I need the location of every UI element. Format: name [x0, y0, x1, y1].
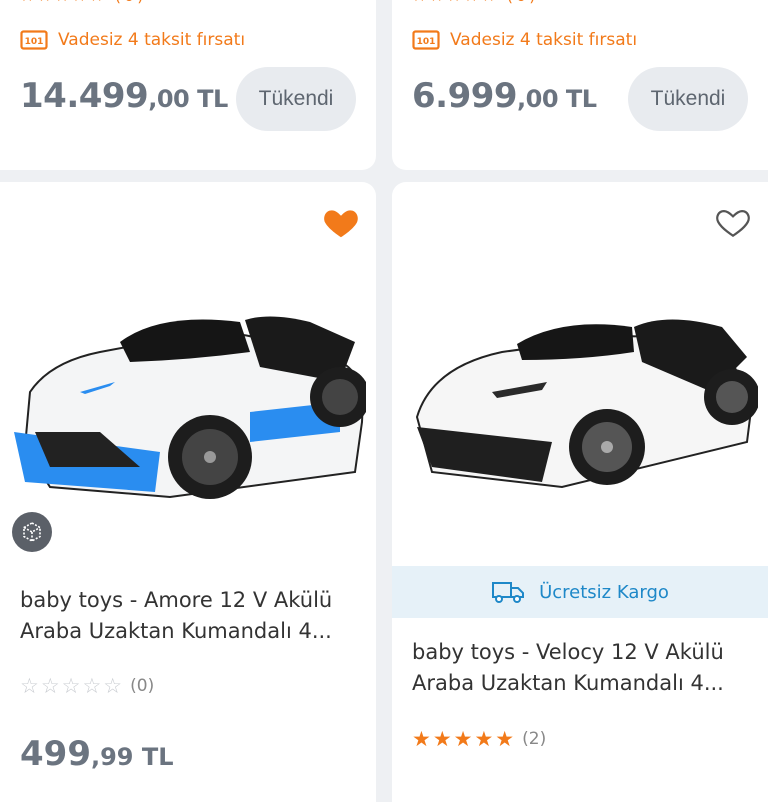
truck-icon: [492, 582, 525, 603]
rating-stars: ★★★★★: [412, 727, 517, 751]
product-card-2[interactable]: ★★★★★ (0) 101 Vadesiz 4 taksit fırsatı 6…: [392, 0, 768, 170]
ticket-icon: 101: [20, 30, 48, 50]
installment-badge: 101 Vadesiz 4 taksit fırsatı: [412, 30, 637, 50]
product-card-4[interactable]: Ücretsiz Kargo baby toys - Velocy 12 V A…: [392, 182, 768, 802]
product-image[interactable]: [10, 282, 366, 512]
heart-icon[interactable]: [714, 204, 752, 242]
ar-view-button[interactable]: [12, 512, 52, 552]
price: 6.999,00 TL: [412, 76, 597, 116]
price: 499,99 TL: [20, 734, 174, 774]
svg-text:101: 101: [25, 37, 44, 47]
product-image[interactable]: [402, 282, 758, 512]
product-card-1[interactable]: ★★★★★ (0) 101 Vadesiz 4 taksit fırsatı 1…: [0, 0, 376, 170]
title-line-1: baby toys - Velocy 12 V Akülü: [412, 640, 724, 664]
price-main: 14.499: [20, 76, 149, 116]
title-line-2: Araba Uzaktan Kumandalı 4...: [412, 671, 724, 695]
rating-stars: ★★★★★ (0): [412, 0, 538, 5]
installment-badge: 101 Vadesiz 4 taksit fırsatı: [20, 30, 245, 50]
sold-out-button[interactable]: Tükendi: [628, 67, 748, 131]
ticket-icon: 101: [412, 30, 440, 50]
installment-label: Vadesiz 4 taksit fırsatı: [58, 30, 246, 50]
cube-3d-icon: [23, 522, 41, 542]
price-main: 6.999: [412, 76, 518, 116]
product-title[interactable]: baby toys - Velocy 12 V Akülü Araba Uzak…: [412, 637, 752, 699]
installment-label: Vadesiz 4 taksit fırsatı: [450, 30, 638, 50]
price-main: 499: [20, 734, 91, 774]
cargo-label: Ücretsiz Kargo: [539, 581, 669, 603]
price-cents: ,00 TL: [517, 85, 597, 113]
rating: ☆☆☆☆☆ (0): [20, 674, 154, 698]
price-cents: ,00 TL: [148, 85, 228, 113]
title-line-1: baby toys - Amore 12 V Akülü: [20, 588, 333, 612]
price-cents: ,99 TL: [90, 743, 174, 771]
rating: ★★★★★ (2): [412, 727, 546, 751]
product-title[interactable]: baby toys - Amore 12 V Akülü Araba Uzakt…: [20, 585, 360, 647]
product-card-3[interactable]: baby toys - Amore 12 V Akülü Araba Uzakt…: [0, 182, 376, 802]
rating-count: (2): [522, 729, 547, 749]
price: 14.499,00 TL: [20, 76, 228, 116]
sold-out-button[interactable]: Tükendi: [236, 67, 356, 131]
rating-count: (0): [130, 676, 155, 696]
free-shipping-banner: Ücretsiz Kargo: [392, 566, 768, 618]
svg-text:101: 101: [417, 37, 436, 47]
heart-icon[interactable]: [322, 204, 360, 242]
rating-stars: ★★★★★ (0): [20, 0, 146, 5]
title-line-2: Araba Uzaktan Kumandalı 4...: [20, 619, 332, 643]
rating-stars: ☆☆☆☆☆: [20, 674, 125, 698]
